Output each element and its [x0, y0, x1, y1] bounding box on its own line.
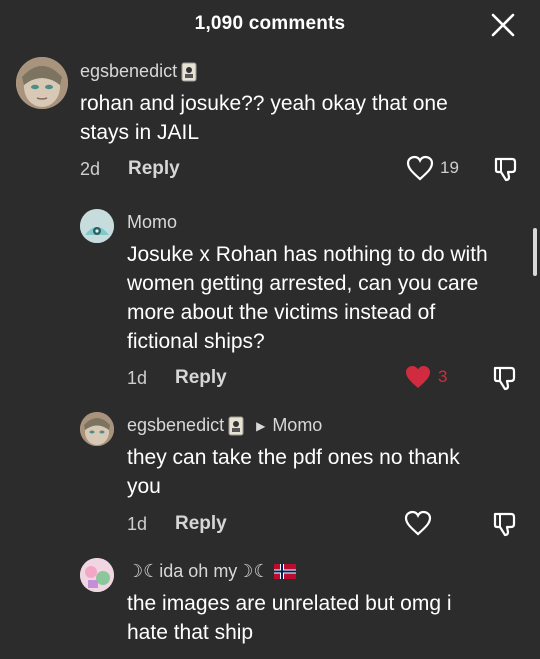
- avatar-image: [16, 57, 68, 109]
- comment-text-line: they can take the pdf ones no thank: [127, 446, 460, 469]
- comments-count-title: 1,090 comments: [194, 13, 346, 34]
- avatar-image: [80, 412, 114, 446]
- dislike-button[interactable]: [491, 510, 519, 538]
- heart-icon: [406, 366, 430, 388]
- reply-arrow-icon: ▶: [256, 418, 266, 433]
- comment-text: they can take the pdf ones no thank you: [127, 443, 460, 501]
- norway-flag-icon: [273, 564, 296, 579]
- scrollbar[interactable]: [533, 228, 537, 276]
- avatar-image: [80, 209, 114, 243]
- heart-icon: [406, 155, 434, 181]
- avatar[interactable]: [80, 209, 114, 243]
- reply-button[interactable]: Reply: [128, 158, 180, 180]
- like-button[interactable]: [404, 510, 438, 536]
- badge-icon: [228, 416, 244, 435]
- username[interactable]: Momo: [127, 212, 177, 233]
- dislike-icon: [493, 366, 516, 391]
- close-icon: [491, 13, 515, 37]
- comment-text: rohan and josuke?? yeah okay that one st…: [80, 89, 448, 147]
- username-label: egsbenedict: [127, 415, 225, 435]
- badge-icon: [181, 62, 197, 81]
- username[interactable]: ☽☾ida oh my☽☾: [127, 561, 296, 582]
- comment-text-line: women getting arrested, can you care: [127, 272, 479, 295]
- comment-text-line: fictional ships?: [127, 330, 265, 353]
- heart-icon: [404, 510, 432, 536]
- comment-text: the images are unrelated but omg i hate …: [127, 589, 452, 647]
- comment-text: Josuke x Rohan has nothing to do with wo…: [127, 240, 488, 356]
- dislike-button[interactable]: [491, 364, 519, 392]
- comment-time: 1d: [127, 368, 148, 388]
- username-label: egsbenedict: [80, 61, 178, 81]
- dislike-button[interactable]: [492, 155, 520, 183]
- comment-text-line: stays in JAIL: [80, 121, 200, 144]
- dislike-icon: [493, 512, 516, 537]
- reply-to-user[interactable]: Momo: [272, 415, 322, 436]
- like-count: 3: [438, 367, 448, 386]
- comment-text-line: hate that ship: [127, 621, 254, 644]
- comment-text-line: Josuke x Rohan has nothing to do with: [127, 243, 488, 266]
- like-count: 19: [440, 158, 459, 177]
- comment-time: 2d: [80, 159, 101, 179]
- comment-text-line: you: [127, 475, 161, 498]
- close-button[interactable]: [488, 10, 518, 40]
- reply-button[interactable]: Reply: [175, 367, 227, 389]
- comment-text-line: the images are unrelated but omg i: [127, 592, 452, 615]
- comments-header: 1,090 comments: [0, 0, 540, 50]
- avatar-image: [80, 558, 114, 592]
- avatar[interactable]: [80, 412, 114, 446]
- dislike-icon: [494, 157, 517, 182]
- avatar[interactable]: [80, 558, 114, 592]
- username[interactable]: egsbenedict: [80, 61, 197, 82]
- username[interactable]: egsbenedict ▶ Momo: [127, 415, 322, 436]
- like-button[interactable]: 3: [404, 364, 447, 390]
- comment-time: 1d: [127, 514, 148, 534]
- username-label: ☽☾ida oh my☽☾: [127, 561, 270, 581]
- reply-button[interactable]: Reply: [175, 513, 227, 535]
- avatar[interactable]: [16, 57, 68, 109]
- comment-text-line: more about the victims instead of: [127, 301, 436, 324]
- comment-text-line: rohan and josuke?? yeah okay that one: [80, 92, 448, 115]
- like-button[interactable]: 19: [406, 155, 459, 181]
